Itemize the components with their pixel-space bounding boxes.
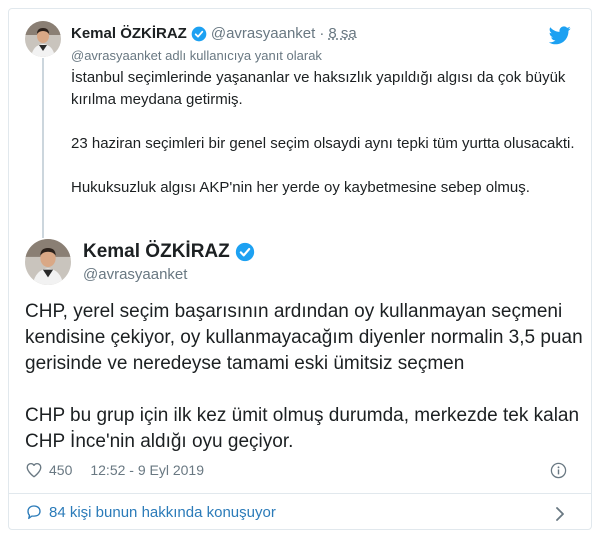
parent-paragraph: Hukuksuzluk algısı AKP'nin her yerde oy … bbox=[71, 179, 530, 196]
main-author-handle[interactable]: @avrasyaanket bbox=[83, 266, 187, 283]
tweet-timestamp[interactable]: 12:52 - 9 Eyl 2019 bbox=[90, 462, 204, 478]
main-author-name-row: Kemal ÖZKİRAZ bbox=[83, 241, 255, 263]
separator-dot: · bbox=[319, 25, 325, 42]
main-tweet-text: CHP, yerel seçim başarısının ardından oy… bbox=[25, 299, 585, 455]
info-icon[interactable] bbox=[550, 462, 567, 479]
parent-paragraph: 23 haziran seçimleri bir genel seçim ols… bbox=[71, 135, 575, 152]
parent-author-handle[interactable]: @avrasyaanket bbox=[211, 25, 315, 42]
tweet-meta-row: 450 12:52 - 9 Eyl 2019 bbox=[25, 461, 204, 479]
main-tweet-avatar[interactable] bbox=[25, 239, 71, 285]
heart-icon[interactable] bbox=[25, 461, 43, 479]
speech-bubble-icon bbox=[25, 503, 43, 521]
conversation-label: 84 kişi bunun hakkında konuşuyor bbox=[49, 503, 276, 521]
embedded-tweet-card: Kemal ÖZKİRAZ @avrasyaanket · 8 sa @avra… bbox=[8, 8, 592, 530]
thread-connector-line bbox=[42, 58, 44, 238]
parent-tweet-time[interactable]: 8 sa bbox=[328, 25, 356, 42]
main-author-name[interactable]: Kemal ÖZKİRAZ bbox=[83, 241, 230, 263]
parent-tweet-text: İstanbul seçimlerinde yaşananlar ve haks… bbox=[71, 67, 581, 199]
conversation-link[interactable]: 84 kişi bunun hakkında konuşuyor bbox=[25, 503, 276, 521]
twitter-bird-icon[interactable] bbox=[549, 26, 571, 45]
parent-tweet-avatar[interactable] bbox=[25, 21, 61, 57]
divider bbox=[9, 493, 591, 494]
like-count[interactable]: 450 bbox=[49, 462, 72, 478]
verified-badge-icon bbox=[235, 242, 255, 262]
reply-context: @avrasyaanket adlı kullanıcıya yanıt ola… bbox=[71, 48, 322, 63]
parent-author-name[interactable]: Kemal ÖZKİRAZ bbox=[71, 25, 187, 42]
verified-badge-icon bbox=[191, 26, 207, 42]
chevron-right-icon[interactable] bbox=[554, 506, 566, 522]
parent-tweet-header: Kemal ÖZKİRAZ @avrasyaanket · 8 sa bbox=[71, 25, 357, 42]
main-paragraph: CHP bu grup için ilk kez ümit olmuş duru… bbox=[25, 405, 580, 452]
main-paragraph: CHP, yerel seçim başarısının ardından oy… bbox=[25, 301, 583, 374]
parent-paragraph: İstanbul seçimlerinde yaşananlar ve haks… bbox=[71, 69, 566, 108]
